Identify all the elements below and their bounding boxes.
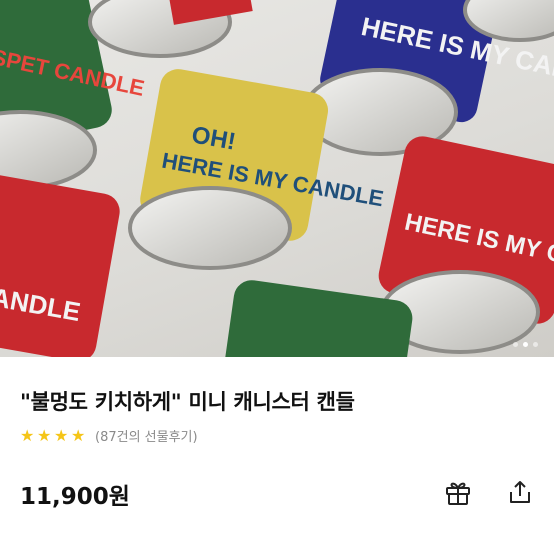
product-price: 11,900원 [20,484,130,510]
blue-can: HERE IS MY CANDLE [302,0,554,156]
star-icon: ★ [20,425,35,445]
star-icon: ★ [71,425,86,445]
star-icon: ★ [54,425,69,445]
rating-row[interactable]: ★ ★ ★ ★ (87건의 선물후기) [20,426,198,445]
star-icon: ★ [37,425,52,445]
carousel-dot-active[interactable] [523,342,528,347]
star-rating: ★ ★ ★ ★ [20,425,87,445]
gift-icon [446,482,470,505]
product-hero-image[interactable]: SPET CANDLE HERE IS MY CANDLE OH! HERE I… [0,0,554,357]
candle-cans-photo: SPET CANDLE HERE IS MY CANDLE OH! HERE I… [0,0,554,357]
carousel-dot[interactable] [513,342,518,347]
red-can-left: CANDLE [0,170,120,357]
lid-top [88,0,253,58]
carousel-indicator [513,342,538,347]
review-count[interactable]: (87건의 선물후기) [95,426,198,445]
share-icon [510,481,530,503]
carousel-dot[interactable] [533,342,538,347]
gift-button[interactable] [441,475,475,509]
share-button[interactable] [503,475,537,509]
product-title: "불멍도 키치하게" 미니 캐니스터 캔들 [20,390,355,414]
